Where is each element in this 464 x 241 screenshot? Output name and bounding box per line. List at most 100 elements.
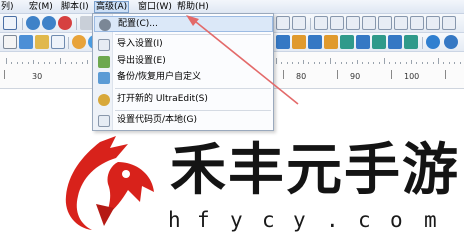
gear-icon <box>99 19 111 31</box>
format-icon[interactable] <box>372 35 386 49</box>
ruler-tick <box>87 60 88 64</box>
outdent-icon[interactable] <box>394 16 408 30</box>
backup-icon <box>98 72 110 84</box>
align-left-icon[interactable] <box>314 16 328 30</box>
ruler-tick <box>340 62 342 64</box>
menu-item-backup-restore[interactable]: 备份/恢复用户自定义 <box>94 70 273 86</box>
ruler-marker: | <box>390 70 394 80</box>
watermark-char: 禾 <box>170 138 226 203</box>
watermark-url-char: h <box>168 208 181 232</box>
watermark-url-char: y <box>230 208 243 232</box>
ruler-marker: | <box>3 70 7 80</box>
ruler-tick <box>335 62 337 64</box>
comment-icon[interactable] <box>410 16 424 30</box>
html-icon[interactable] <box>51 35 65 49</box>
menu-item-open-new-ultraedit[interactable]: 打开新的 UltraEdit(S) <box>94 92 273 108</box>
grid-icon[interactable] <box>388 35 402 49</box>
align-center-icon[interactable] <box>330 16 344 30</box>
ruler-tick <box>324 62 326 64</box>
table-icon[interactable] <box>276 35 290 49</box>
menu-macro[interactable]: 宏(M) <box>28 1 54 13</box>
menu-item-label: 配置(C)... <box>118 19 158 29</box>
watermark-url-char: y <box>293 208 306 232</box>
menu-script[interactable]: 脚本(I) <box>60 1 90 13</box>
ruler-tick <box>297 62 299 64</box>
ruler-tick <box>308 62 310 64</box>
ruler-tick <box>448 62 450 64</box>
menu-item-set-codepage[interactable]: 设置代码页/本地(G) <box>94 113 273 129</box>
stop-icon[interactable] <box>58 16 72 30</box>
ruler-tick <box>394 62 396 64</box>
ruler-tick <box>405 62 407 64</box>
menu-item-export-settings[interactable]: 导出设置(E) <box>94 54 273 70</box>
ruler-tick <box>373 62 375 64</box>
menu-window[interactable]: 窗口(W) <box>137 1 173 13</box>
import-icon <box>98 39 110 51</box>
menu-separator <box>115 34 271 35</box>
ruler-marker: | <box>444 70 448 80</box>
web-icon[interactable] <box>426 35 440 49</box>
ruler-tick <box>384 58 385 64</box>
ruler-tick <box>22 62 24 64</box>
watermark-char: 丰 <box>228 138 284 203</box>
watermark-char: 元 <box>286 138 342 203</box>
ruler-tick <box>330 58 331 64</box>
menu-bar: 列) 宏(M) 脚本(I) 高级(A) 窗口(W) 帮助(H) <box>0 0 464 14</box>
ruler-label: 100 <box>404 72 420 81</box>
image-icon[interactable] <box>19 35 33 49</box>
watermark-chinese-text: 禾 丰 元 手 游 <box>170 138 462 208</box>
toolbar-divider <box>68 37 69 49</box>
macro-icon[interactable] <box>442 16 456 30</box>
new-file-icon[interactable] <box>3 35 17 49</box>
ruler-label: 90 <box>350 72 361 81</box>
watermark-url-char: o <box>390 208 403 232</box>
ruler-tick <box>357 60 358 64</box>
ruler-tick <box>427 62 429 64</box>
split-icon[interactable] <box>356 35 370 49</box>
help-icon[interactable] <box>444 35 458 49</box>
ruler-tick <box>70 62 72 64</box>
ruler-tick <box>286 62 288 64</box>
sort-icon[interactable] <box>404 35 418 49</box>
ruler-tick <box>416 62 418 64</box>
ruler-tick <box>27 62 29 64</box>
find-icon[interactable] <box>3 16 17 30</box>
back-icon[interactable] <box>26 16 40 30</box>
ruler-tick <box>49 62 51 64</box>
watermark-logo-icon <box>65 136 154 230</box>
columns-icon[interactable] <box>362 16 376 30</box>
merge-icon[interactable] <box>340 35 354 49</box>
ruler-tick <box>43 62 45 64</box>
ruler-tick <box>11 62 13 64</box>
menu-item-label: 备份/恢复用户自定义 <box>117 72 202 82</box>
insert-row-icon[interactable] <box>292 35 306 49</box>
menu-item-import-settings[interactable]: 导入设置(I) <box>94 37 273 53</box>
ruler-label: 30 <box>32 72 43 81</box>
forward-icon[interactable] <box>42 16 56 30</box>
ruler-tick <box>432 62 434 64</box>
menu-help[interactable]: 帮助(H) <box>176 1 210 13</box>
folder-icon[interactable] <box>35 35 49 49</box>
color-icon[interactable] <box>72 35 86 49</box>
bookmark-icon[interactable] <box>426 16 440 30</box>
watermark-url-char: c <box>262 208 275 232</box>
menu-separator <box>115 110 271 111</box>
insert-col-icon[interactable] <box>308 35 322 49</box>
menu-item-configure[interactable]: 配置(C)... <box>94 16 273 32</box>
wrap-icon[interactable] <box>276 16 290 30</box>
menu-column[interactable]: 列) <box>0 1 15 13</box>
watermark-char: 手 <box>344 138 400 203</box>
indent-icon[interactable] <box>378 16 392 30</box>
ruler-tick <box>367 62 369 64</box>
ruler-tick <box>351 62 353 64</box>
toolbar-divider <box>310 18 311 30</box>
list-icon[interactable] <box>292 16 306 30</box>
ruler-tick <box>443 62 445 64</box>
ruler-tick <box>16 62 18 64</box>
ruler-tick <box>378 62 380 64</box>
delete-row-icon[interactable] <box>324 35 338 49</box>
ruler-tick <box>65 62 67 64</box>
align-right-icon[interactable] <box>346 16 360 30</box>
menu-advanced[interactable]: 高级(A) <box>94 1 130 13</box>
menu-item-label: 导入设置(I) <box>117 39 163 49</box>
